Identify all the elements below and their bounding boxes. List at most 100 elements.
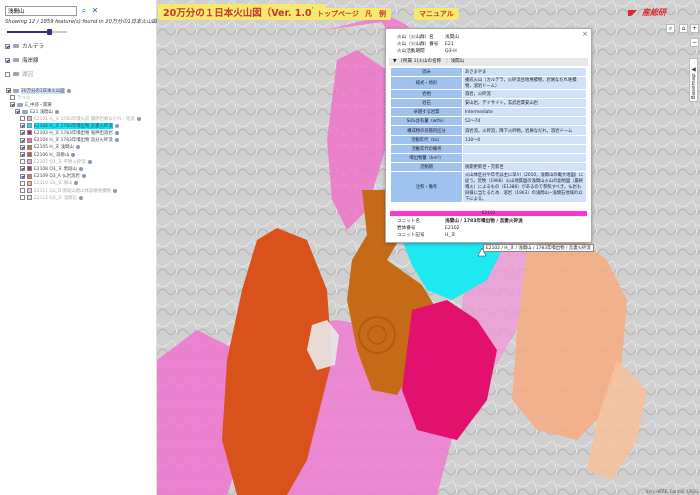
search-icon[interactable]: ⌕ xyxy=(80,6,88,16)
info-icon[interactable] xyxy=(136,116,141,121)
folder-icon xyxy=(22,109,28,114)
attribute-value: 溶岩，火砕流 xyxy=(462,89,587,99)
zoom-out-button[interactable]: − xyxy=(690,38,699,47)
unit-checkbox[interactable] xyxy=(20,130,25,136)
unit-checkbox[interactable] xyxy=(20,159,25,165)
feature-map-label: E2102 / H_ヌ / 浅間山 / 1783年噴出物 / 吾妻火砕流 xyxy=(483,244,594,252)
attribute-key: 様式・地形 xyxy=(390,76,463,90)
unit-layer-row[interactable]: E2102 H_ヌ 1783年噴出物 吾妻火砕流 xyxy=(20,122,119,129)
unit-layer-row[interactable]: E2103 H_ヌ 1783年噴出物 鬼押出溶岩 xyxy=(20,129,119,136)
info-icon[interactable] xyxy=(114,130,119,135)
map-attribution: Esri, HERE, Garmin, USGS xyxy=(646,489,698,494)
unit-layer-label: E2107 Q3_ヌ 平原火砕流 xyxy=(34,159,86,165)
unit-checkbox[interactable] xyxy=(20,188,25,193)
unit-layer-row[interactable]: E2106 H_ 前掛山 xyxy=(20,151,76,158)
unit-layer-label: E2109 Q3_A 仏岩溶岩 xyxy=(34,174,80,180)
info-icon[interactable] xyxy=(54,109,59,114)
folder-icon xyxy=(17,102,23,107)
unit-key: ユニット記号 xyxy=(397,233,425,238)
unit-color-swatch xyxy=(27,116,32,121)
layer-main[interactable]: 20万分の1日本火山図 xyxy=(6,87,71,94)
info-icon[interactable] xyxy=(114,138,119,143)
info-icon[interactable] xyxy=(71,152,76,157)
info-icon[interactable] xyxy=(87,159,92,164)
legend-button[interactable]: 凡 例 xyxy=(360,8,391,20)
lakes-checkbox[interactable] xyxy=(5,71,10,77)
info-icon[interactable] xyxy=(78,166,83,171)
info-icon[interactable] xyxy=(81,174,86,179)
unit-layer-row[interactable]: E2108 Q3_ヌ 黒斑山 xyxy=(20,165,83,172)
unit-checkbox[interactable] xyxy=(20,152,25,157)
unit-checkbox[interactable] xyxy=(20,137,25,143)
basemap-toggle[interactable]: Basemap ▲ xyxy=(689,58,698,102)
zoom-in-button[interactable]: + xyxy=(690,24,699,33)
folder-icon xyxy=(13,58,19,62)
top-page-button[interactable]: トップページ xyxy=(312,8,364,20)
logo-mark-icon xyxy=(628,9,640,16)
unit-key: ユニット名 xyxy=(397,219,420,224)
manual-button[interactable]: マニュアル xyxy=(414,8,459,20)
unit-layer-label: E2102 H_ヌ 1783年噴出物 吾妻火砕流 xyxy=(34,122,113,129)
close-icon[interactable]: × xyxy=(582,30,588,38)
head-value: E21 xyxy=(445,42,454,47)
unit-layer-row[interactable]: E2104 H_ヌ 1783年噴出物 追分火砕流 xyxy=(20,137,119,144)
layer-volcano[interactable]: E21 浅間山 xyxy=(15,108,59,115)
info-icon[interactable] xyxy=(112,188,117,193)
layer-coastline-label: 海岸線 xyxy=(22,58,39,64)
unit-checkbox[interactable] xyxy=(20,144,25,150)
unit-layer-row[interactable]: E2109 Q3_A 仏岩溶岩 xyxy=(20,173,86,180)
unit-layer-row[interactable]: E2101 H_ヌ 1783年噴火前 鎌原岩屑なだれ・泥流 xyxy=(20,115,141,122)
layer-region[interactable]: E_中部・関東 xyxy=(10,101,52,108)
layer-lakes-label: 湖沼 xyxy=(22,72,34,78)
attribute-value: 130〜0 xyxy=(462,135,587,145)
layer-region-label: E_中部・関東 xyxy=(25,102,52,108)
unit-checkbox[interactable] xyxy=(20,173,25,179)
unit-layer-row[interactable]: E2107 Q3_ヌ 平原火砕流 xyxy=(20,158,92,165)
unit-color-swatch xyxy=(27,144,32,150)
unit-layer-row[interactable]: E2112 Q3_ヌ 浅間石 xyxy=(20,194,83,201)
unit-layer-row[interactable]: E2111 Q3_D 黒斑山期山体崩壊堆積物 xyxy=(20,187,117,194)
unit-row: 岩体番号 E2102 xyxy=(397,225,523,232)
popup-attribute-row: 読み あさまやま xyxy=(390,67,587,77)
unit-layer-row[interactable]: E2105 H_ヌ 浅間山 xyxy=(20,144,80,151)
unit-checkbox[interactable] xyxy=(20,116,25,121)
unit-value: 浅間山 / 1783年噴出物 / 吾妻火砕流 xyxy=(445,219,523,224)
unit-layer-label: E2105 H_ヌ 浅間山 xyxy=(34,145,74,151)
search-map-icon[interactable]: ⌕ xyxy=(666,24,675,33)
unit-color-swatch xyxy=(27,195,32,201)
unit-layer-row[interactable]: E2110 Q3_ヌ 塚山 xyxy=(20,180,79,187)
info-icon[interactable] xyxy=(75,145,80,150)
opacity-slider-handle[interactable] xyxy=(47,29,52,35)
layer-lakes[interactable]: 湖沼 xyxy=(5,70,33,78)
unit-checkbox[interactable] xyxy=(20,195,25,201)
clear-search-icon[interactable]: ✕ xyxy=(91,6,99,16)
unit-value: H_ヌ xyxy=(445,233,456,238)
unit-color-swatch xyxy=(27,137,32,143)
opacity-slider-fill xyxy=(7,31,49,33)
attribute-value: Intermediate xyxy=(462,107,587,117)
unit-color-swatch xyxy=(27,123,32,129)
main-layer-checkbox[interactable] xyxy=(6,88,11,93)
attribute-key: 岩石 xyxy=(390,98,463,108)
caldera-checkbox[interactable] xyxy=(5,43,10,49)
region-checkbox[interactable] xyxy=(10,102,15,107)
unit-checkbox[interactable] xyxy=(20,166,25,172)
layer-coastline[interactable]: 海岸線 xyxy=(5,56,39,64)
label-checkbox[interactable] xyxy=(10,95,15,100)
layer-label[interactable]: ラベル xyxy=(10,94,30,101)
popup-section-toggle[interactable]: ▼ [所属 1]火山の名称 ：浅間山 xyxy=(389,58,588,66)
unit-layer-label: E2111 Q3_D 黒斑山期山体崩壊堆積物 xyxy=(34,188,111,194)
info-icon[interactable] xyxy=(114,123,119,128)
coastline-checkbox[interactable] xyxy=(5,57,10,63)
volcano-checkbox[interactable] xyxy=(15,109,20,114)
opacity-slider[interactable] xyxy=(7,29,67,35)
info-icon[interactable] xyxy=(78,195,83,200)
search-input[interactable] xyxy=(5,6,77,16)
layer-caldera[interactable]: カルデラ xyxy=(5,42,44,50)
info-icon[interactable] xyxy=(66,88,71,93)
info-icon[interactable] xyxy=(74,181,79,186)
layer-volcano-label: E21 浅間山 xyxy=(30,109,53,115)
home-icon[interactable]: ⌂ xyxy=(679,24,688,33)
unit-checkbox[interactable] xyxy=(20,123,25,129)
unit-checkbox[interactable] xyxy=(20,180,25,186)
